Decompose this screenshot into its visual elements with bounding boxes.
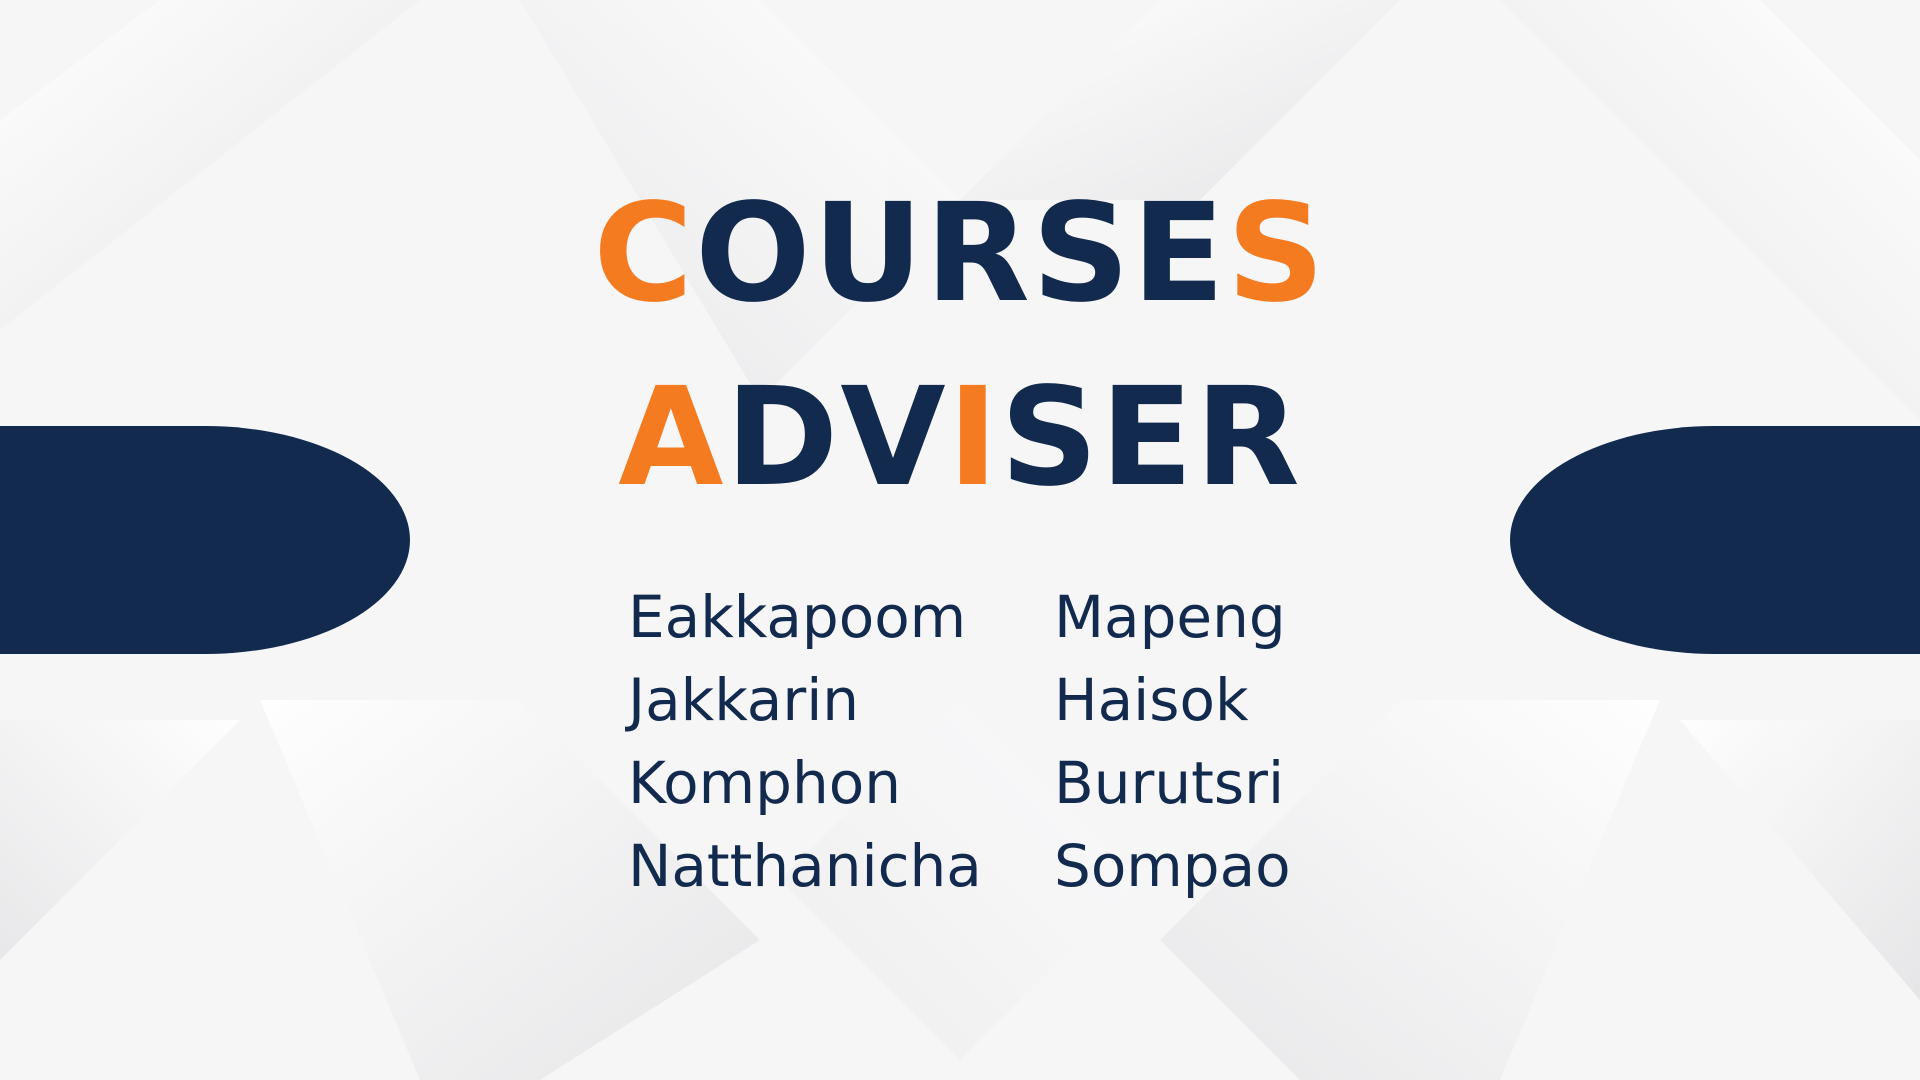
adviser-name: Komphon (628, 749, 901, 817)
adviser-name: Eakkapoom (628, 583, 967, 651)
title-letters-ourse: OURSE (695, 175, 1227, 333)
title-letter-a: A (618, 359, 726, 517)
title-letter-c: C (593, 175, 696, 333)
title-adviser: ADVISER (0, 370, 1920, 506)
adviser-name: Burutsri (1054, 749, 1285, 817)
adviser-name: Mapeng (1054, 583, 1286, 651)
adviser-names-column-1: Eakkapoom Jakkarin Komphon Natthanicha (628, 576, 982, 908)
title-letter-i: I (947, 359, 1001, 517)
title-letters-ser: SER (1000, 359, 1302, 517)
adviser-name: Haisok (1054, 666, 1249, 734)
title-letters-dv: DV (725, 359, 948, 517)
adviser-name: Natthanicha (628, 832, 982, 900)
adviser-name: Jakkarin (628, 666, 860, 734)
title-letter-s: S (1226, 175, 1327, 333)
adviser-name: Sompao (1054, 832, 1291, 900)
title-courses: COURSES (0, 186, 1920, 322)
slide: COURSES ADVISER Eakkapoom Jakkarin Komph… (0, 0, 1920, 1080)
adviser-names-column-2: Mapeng Haisok Burutsri Sompao (1054, 576, 1291, 908)
